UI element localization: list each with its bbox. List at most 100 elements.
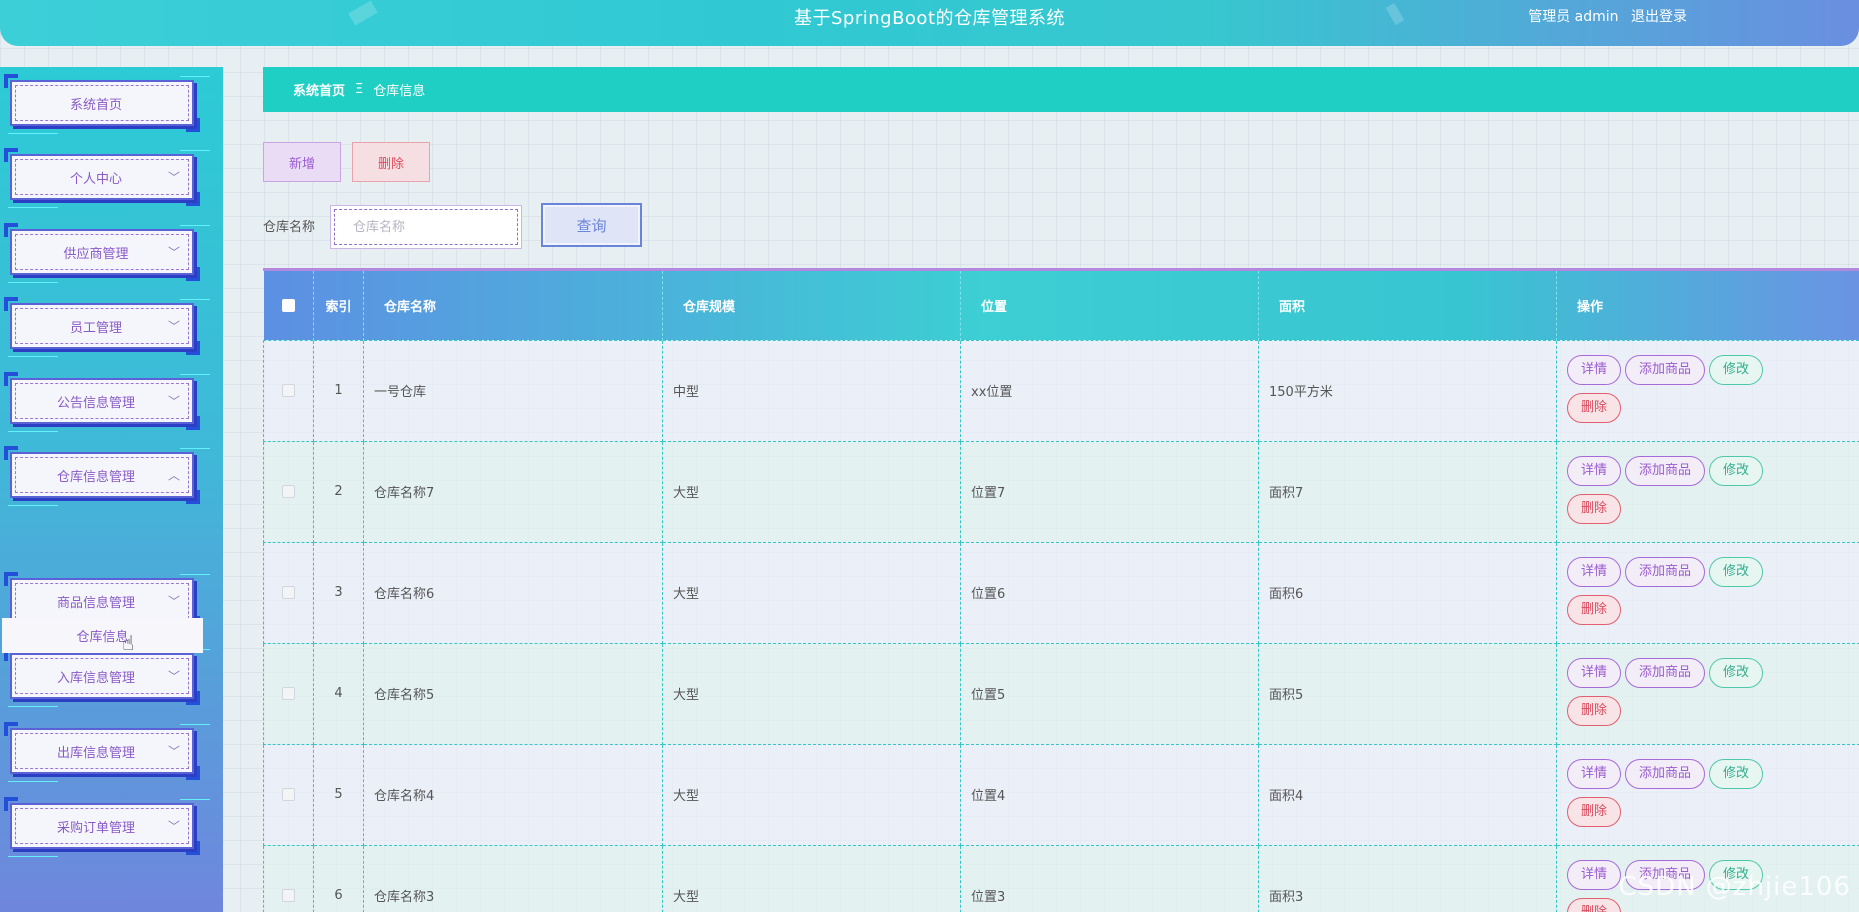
frame-line — [8, 133, 58, 134]
detail-button[interactable]: 详情 — [1567, 758, 1622, 789]
row-select-cell[interactable] — [263, 844, 314, 912]
detail-button[interactable]: 详情 — [1567, 859, 1622, 890]
logout-link[interactable]: 退出登录 — [1631, 9, 1687, 25]
edit-button[interactable]: 修改 — [1709, 354, 1764, 385]
frame-line — [8, 781, 58, 782]
row-scale: 大型 — [662, 440, 961, 543]
breadcrumb: 系统首页 Ξ 仓库信息 — [263, 67, 1859, 112]
row-index: 5 — [313, 743, 364, 846]
batch-delete-button[interactable]: 删除 — [352, 142, 430, 182]
frame-line — [8, 356, 58, 357]
row-checkbox[interactable] — [282, 788, 295, 801]
row-area: 面积7 — [1258, 440, 1557, 543]
detail-button[interactable]: 详情 — [1567, 354, 1622, 385]
sidebar-item-8[interactable]: 出库信息管理 ﹀ — [4, 722, 210, 782]
breadcrumb-current: 仓库信息 — [373, 84, 426, 99]
frame-line — [8, 706, 58, 707]
detail-button[interactable]: 详情 — [1567, 455, 1622, 486]
edit-button[interactable]: 修改 — [1709, 758, 1764, 789]
row-scale: 大型 — [662, 541, 961, 644]
sidebar-item-label: 仓库信息管理 — [56, 469, 135, 485]
sidebar-menu: 系统首页 个人中心 ﹀ 供应商管理 ﹀ 员工管理 ﹀ 公告信息管理 ﹀ 仓库信息管理 ︿ 商品信息管理… — [0, 67, 223, 912]
row-checkbox[interactable] — [282, 384, 295, 397]
frame-line — [8, 856, 58, 857]
frame-line — [180, 76, 210, 77]
chevron-icon: ﹀ — [167, 245, 180, 260]
frame-line — [8, 207, 58, 208]
sidebar-item-7[interactable]: 入库信息管理 ﹀ — [4, 647, 210, 707]
row-checkbox[interactable] — [282, 889, 295, 902]
row-select-cell[interactable] — [263, 440, 314, 543]
edit-button[interactable]: 修改 — [1709, 657, 1764, 688]
top-header: 基于SpringBoot的仓库管理系统 管理员 admin 退出登录 — [0, 0, 1859, 46]
sidebar-item-label: 入库信息管理 — [56, 670, 135, 686]
row-checkbox[interactable] — [282, 485, 295, 498]
row-select-cell[interactable] — [263, 339, 314, 442]
row-select-cell[interactable] — [263, 743, 314, 846]
row-checkbox[interactable] — [282, 586, 295, 599]
frame-line — [8, 431, 58, 432]
row-select-cell[interactable] — [263, 642, 314, 745]
table-row: 2 仓库名称7 大型 位置7 面积7 详情 添加商品 修改 删除 — [263, 440, 1859, 543]
add-goods-button[interactable]: 添加商品 — [1625, 657, 1706, 688]
chevron-icon: ﹀ — [167, 594, 180, 609]
warehouse-name-input[interactable] — [334, 209, 518, 245]
add-goods-button[interactable]: 添加商品 — [1625, 758, 1706, 789]
breadcrumb-home[interactable]: 系统首页 — [293, 80, 345, 99]
row-area: 面积6 — [1258, 541, 1557, 644]
frame-line — [8, 282, 58, 283]
sidebar-item-3[interactable]: 员工管理 ﹀ — [4, 297, 210, 357]
row-location: 位置7 — [960, 440, 1259, 543]
row-area: 150平方米 — [1258, 339, 1557, 442]
add-goods-button[interactable]: 添加商品 — [1625, 455, 1706, 486]
sidebar-item-label: 个人中心 — [69, 171, 122, 187]
sidebar-item-label: 供应商管理 — [63, 246, 129, 262]
delete-button[interactable]: 删除 — [1567, 695, 1622, 726]
add-goods-button[interactable]: 添加商品 — [1625, 354, 1706, 385]
header-scale: 仓库规模 — [662, 271, 961, 340]
query-button[interactable]: 查询 — [541, 203, 642, 247]
row-scale: 大型 — [662, 844, 961, 912]
frame-line — [180, 574, 210, 575]
edit-button[interactable]: 修改 — [1709, 455, 1764, 486]
row-location: xx位置 — [960, 339, 1259, 442]
row-index: 1 — [313, 339, 364, 442]
select-all-checkbox[interactable] — [281, 298, 295, 312]
row-name: 一号仓库 — [363, 339, 663, 442]
header-index: 索引 — [313, 271, 364, 340]
row-location: 位置6 — [960, 541, 1259, 644]
delete-button[interactable]: 删除 — [1567, 796, 1622, 827]
delete-button[interactable]: 删除 — [1567, 493, 1622, 524]
row-scale: 大型 — [662, 743, 961, 846]
sidebar-item-9[interactable]: 采购订单管理 ﹀ — [4, 797, 210, 857]
sidebar-item-2[interactable]: 供应商管理 ﹀ — [4, 223, 210, 283]
row-area: 面积4 — [1258, 743, 1557, 846]
sidebar-item-5[interactable]: 仓库信息管理 ︿ — [4, 446, 210, 506]
edit-button[interactable]: 修改 — [1709, 556, 1764, 587]
sidebar-item-label: 系统首页 — [69, 97, 122, 113]
add-goods-button[interactable]: 添加商品 — [1625, 556, 1706, 587]
sidebar-item-label: 员工管理 — [69, 320, 122, 336]
row-location: 位置3 — [960, 844, 1259, 912]
sidebar-item-1[interactable]: 个人中心 ﹀ — [4, 148, 210, 208]
row-select-cell[interactable] — [263, 541, 314, 644]
detail-button[interactable]: 详情 — [1567, 556, 1622, 587]
sidebar-item-0[interactable]: 系统首页 — [4, 74, 210, 134]
delete-button[interactable]: 删除 — [1567, 897, 1622, 912]
current-user: 管理员 admin — [1528, 9, 1619, 25]
row-area: 面积3 — [1258, 844, 1557, 912]
frame-line — [8, 505, 58, 506]
header-select-all[interactable] — [263, 271, 314, 340]
table-row: 5 仓库名称4 大型 位置4 面积4 详情 添加商品 修改 删除 — [263, 743, 1859, 846]
delete-button[interactable]: 删除 — [1567, 392, 1622, 423]
row-name: 仓库名称5 — [363, 642, 663, 745]
sidebar-item-4[interactable]: 公告信息管理 ﹀ — [4, 372, 210, 432]
row-actions: 详情 添加商品 修改删除 — [1556, 541, 1859, 644]
row-index: 4 — [313, 642, 364, 745]
delete-button[interactable]: 删除 — [1567, 594, 1622, 625]
add-button[interactable]: 新增 — [263, 142, 341, 182]
header-area: 面积 — [1258, 271, 1557, 340]
submenu-item-warehouse-info[interactable]: 仓库信息 — [2, 618, 203, 653]
detail-button[interactable]: 详情 — [1567, 657, 1622, 688]
row-checkbox[interactable] — [282, 687, 295, 700]
